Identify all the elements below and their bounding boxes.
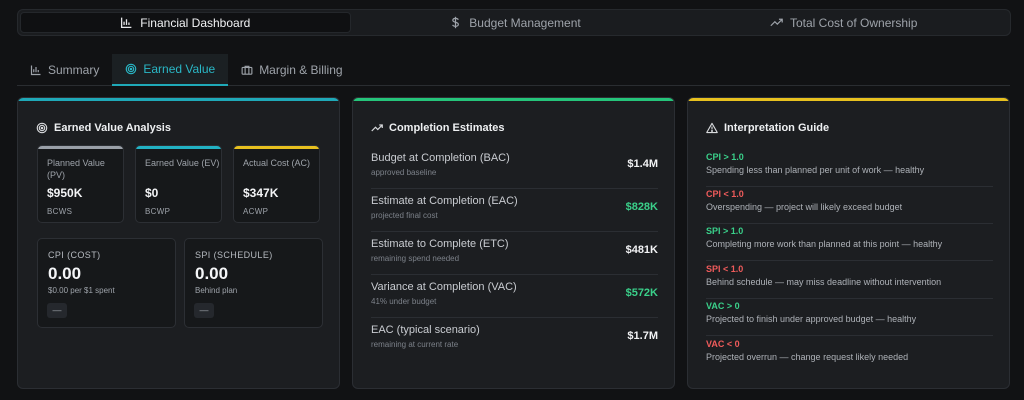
guide-row: SPI > 1.0 Completing more work than plan… (706, 224, 993, 261)
guide-row: CPI > 1.0 Spending less than planned per… (706, 150, 993, 187)
bac-row: Budget at Completion (BAC) approved base… (371, 146, 658, 189)
guide-description: Overspending — project will likely excee… (706, 202, 903, 212)
eac-typical-row: EAC (typical scenario) remaining at curr… (371, 318, 658, 361)
row-label: Variance at Completion (VAC) (371, 281, 517, 293)
guide-heading: VAC > 0 (706, 301, 740, 311)
top-nav: Financial Dashboard Budget Management To… (17, 9, 1011, 36)
guide-description: Spending less than planned per unit of w… (706, 165, 925, 175)
dollar-icon (452, 16, 460, 29)
target-icon (36, 122, 48, 134)
briefcase-icon (241, 65, 253, 75)
card-sub: ACWP (243, 207, 269, 216)
tab-label: Financial Dashboard (140, 15, 251, 30)
target-icon (126, 63, 137, 75)
card-label: Planned Value (PV) (47, 158, 105, 180)
vac-row: Variance at Completion (VAC) 41% under b… (371, 275, 658, 318)
row-sub: 41% under budget (371, 297, 437, 306)
card-value: $0 (145, 186, 159, 200)
bar-chart-icon (30, 65, 41, 76)
index-label: SPI (SCHEDULE) (195, 250, 273, 260)
tab-label: Budget Management (469, 15, 581, 30)
guide-row: CPI < 1.0 Overspending — project will li… (706, 187, 993, 224)
interpretation-guide-panel: Interpretation Guide CPI > 1.0 Spending … (687, 97, 1010, 389)
row-label: Estimate at Completion (EAC) (371, 195, 518, 207)
tab-total-cost-of-ownership[interactable]: Total Cost of Ownership (679, 12, 1008, 33)
row-sub: approved baseline (371, 168, 437, 177)
row-sub: remaining spend needed (371, 254, 460, 263)
panel-title-text: Completion Estimates (389, 122, 505, 134)
row-sub: projected final cost (371, 211, 438, 220)
index-sub: Behind plan (195, 286, 238, 295)
row-value: $1.7M (627, 330, 658, 342)
row-label: Budget at Completion (BAC) (371, 152, 510, 164)
subtab-label: Summary (48, 63, 100, 77)
guide-heading: SPI > 1.0 (706, 226, 744, 236)
card-label: Earned Value (EV) (145, 158, 220, 168)
row-label: Estimate to Complete (ETC) (371, 238, 509, 250)
spi-card: SPI (SCHEDULE) 0.00 Behind plan — (184, 238, 323, 328)
card-accent-bar (234, 146, 319, 149)
ev-card: Earned Value (EV) $0 BCWP (135, 145, 222, 223)
sub-tabs: Summary Earned Value Margin & Billing (17, 54, 1010, 86)
guide-heading: VAC < 0 (706, 339, 740, 349)
app-root: Financial Dashboard Budget Management To… (0, 0, 1024, 400)
eac-row: Estimate at Completion (EAC) projected f… (371, 189, 658, 232)
panel-title-text: Earned Value Analysis (54, 122, 171, 134)
index-sub: $0.00 per $1 spent (48, 286, 115, 295)
guide-description: Projected overrun — change request likel… (706, 352, 909, 362)
index-value: 0.00 (48, 264, 82, 283)
subtab-label: Earned Value (143, 62, 216, 76)
guide-description: Behind schedule — may miss deadline with… (706, 277, 942, 287)
panel-accent-bar (688, 98, 1009, 101)
tab-financial-dashboard[interactable]: Financial Dashboard (20, 12, 351, 33)
guide-description: Completing more work than planned at thi… (706, 239, 943, 249)
guide-heading: CPI > 1.0 (706, 152, 744, 162)
pv-card: Planned Value (PV) $950K BCWS (37, 145, 124, 223)
row-value: $828K (625, 201, 658, 213)
guide-row: VAC < 0 Projected overrun — change reque… (706, 337, 993, 374)
guide-row: SPI < 1.0 Behind schedule — may miss dea… (706, 262, 993, 299)
card-value: $950K (47, 186, 83, 200)
subtab-label: Margin & Billing (259, 63, 343, 77)
ac-card: Actual Cost (AC) $347K ACWP (233, 145, 320, 223)
panel-accent-bar (18, 98, 339, 101)
etc-row: Estimate to Complete (ETC) remaining spe… (371, 232, 658, 275)
guide-description: Projected to finish under approved budge… (706, 314, 917, 324)
status-badge: — (47, 303, 67, 318)
bar-chart-icon (121, 17, 132, 29)
warning-icon (706, 122, 718, 134)
panel-title: Completion Estimates (371, 122, 505, 134)
guide-heading: CPI < 1.0 (706, 189, 744, 199)
subtab-earned-value[interactable]: Earned Value (112, 54, 229, 86)
tab-label: Total Cost of Ownership (789, 15, 918, 30)
panel-title: Interpretation Guide (706, 122, 829, 134)
index-value: 0.00 (195, 264, 229, 283)
earned-value-panel: Earned Value Analysis Planned Value (PV)… (17, 97, 340, 389)
card-accent-bar (136, 146, 221, 149)
card-value: $347K (243, 186, 279, 200)
subtab-margin-billing[interactable]: Margin & Billing (228, 54, 355, 86)
trend-up-icon (770, 18, 783, 27)
guide-heading: SPI < 1.0 (706, 264, 744, 274)
row-sub: remaining at current rate (371, 340, 459, 349)
panel-accent-bar (353, 98, 674, 101)
card-sub: BCWS (47, 207, 73, 216)
row-value: $572K (625, 287, 658, 299)
tab-budget-management[interactable]: Budget Management (351, 12, 680, 33)
cpi-card: CPI (COST) 0.00 $0.00 per $1 spent — (37, 238, 176, 328)
trend-up-icon (371, 124, 383, 132)
row-value: $481K (625, 244, 658, 256)
row-label: EAC (typical scenario) (371, 324, 480, 336)
subtab-summary[interactable]: Summary (17, 54, 112, 86)
panel-title-text: Interpretation Guide (724, 122, 830, 134)
guide-row: VAC > 0 Projected to finish under approv… (706, 299, 993, 336)
completion-estimates-panel: Completion Estimates Budget at Completio… (352, 97, 675, 389)
card-sub: BCWP (145, 207, 171, 216)
card-label: Actual Cost (AC) (243, 158, 311, 168)
panel-title: Earned Value Analysis (36, 122, 171, 134)
index-label: CPI (COST) (48, 250, 101, 260)
card-accent-bar (38, 146, 123, 149)
status-badge: — (194, 303, 214, 318)
row-value: $1.4M (627, 158, 658, 170)
